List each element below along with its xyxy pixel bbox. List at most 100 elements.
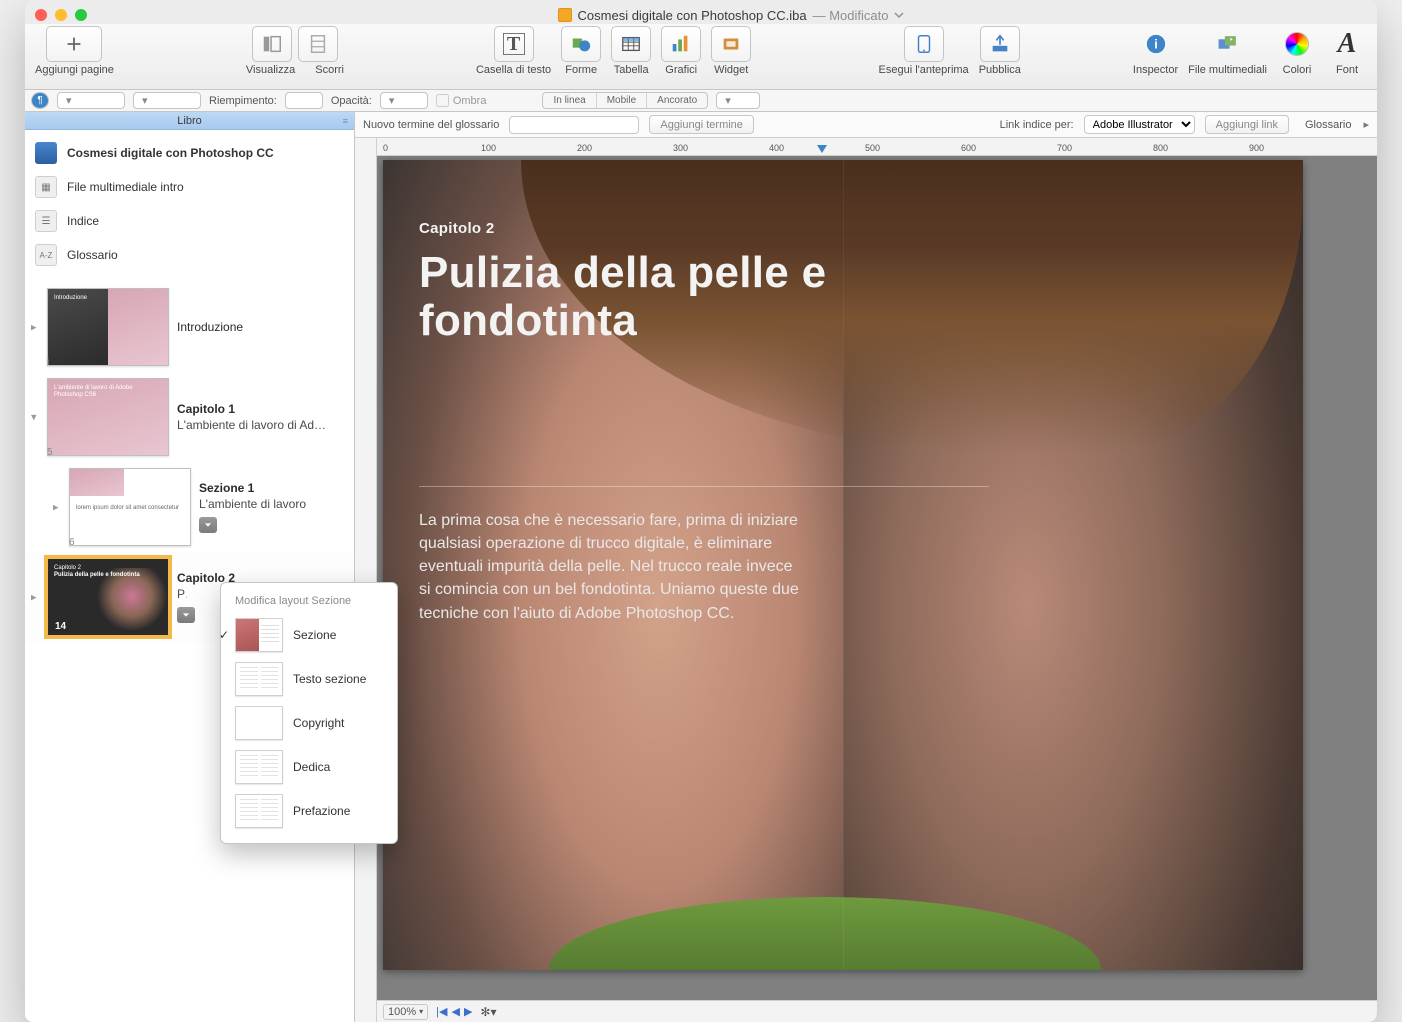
glossary-bar: Nuovo termine del glossario Aggiungi ter… <box>355 112 1377 138</box>
extra-select[interactable]: ▾ <box>716 92 760 109</box>
window-title-text: Cosmesi digitale con Photoshop CC.iba <box>578 8 807 23</box>
svg-text:i: i <box>1154 37 1158 52</box>
widget-label: Widget <box>714 64 748 76</box>
popup-title: Modifica layout Sezione <box>227 593 391 613</box>
add-term-button[interactable]: Aggiungi termine <box>649 115 754 134</box>
fill-color-well[interactable] <box>285 92 323 109</box>
editor-area: Nuovo termine del glossario Aggiungi ter… <box>355 112 1377 1022</box>
textbox-button[interactable]: T <box>494 26 534 62</box>
shadow-checkbox[interactable]: Ombra <box>436 94 487 107</box>
section-1[interactable]: ▸ lorem ipsum dolor sit amet consectetur… <box>25 462 354 552</box>
sidebar-toc[interactable]: ☰ Indice <box>25 204 354 238</box>
sidebar: Libro ≡ Cosmesi digitale con Photoshop C… <box>25 112 355 1022</box>
inspector-button[interactable]: i <box>1136 26 1176 62</box>
chapter-1-thumb: L'ambiente di lavoro di Adobe Photoshop … <box>47 378 169 456</box>
publish-button[interactable] <box>980 26 1020 62</box>
chapter-1[interactable]: ▾ L'ambiente di lavoro di Adobe Photosho… <box>25 372 354 462</box>
sidebar-glossary[interactable]: A-Z Glossario <box>25 238 354 272</box>
media-button[interactable] <box>1208 26 1248 62</box>
preview-button[interactable] <box>904 26 944 62</box>
chapter-layout-button[interactable] <box>177 607 195 623</box>
popup-item-testo-sezione[interactable]: Testo sezione <box>227 657 391 701</box>
add-pages-button[interactable] <box>46 26 102 62</box>
opacity-field[interactable]: ▾ <box>380 92 428 109</box>
inspector-label: Inspector <box>1133 64 1178 76</box>
sidebar-intro-media[interactable]: ▦ File multimediale intro <box>25 170 354 204</box>
sidebar-book-title[interactable]: Cosmesi digitale con Photoshop CC <box>25 136 354 170</box>
colors-label: Colori <box>1283 64 1312 76</box>
table-button[interactable] <box>611 26 651 62</box>
sidebar-book-items: Cosmesi digitale con Photoshop CC ▦ File… <box>25 130 354 278</box>
scroll-label: Scorri <box>315 64 344 76</box>
widget-button[interactable] <box>711 26 751 62</box>
add-pages-label: Aggiungi pagine <box>35 64 114 76</box>
page-body[interactable]: La prima cosa che è necessario fare, pri… <box>419 509 799 625</box>
toolbar-add-pages-group: Aggiungi pagine <box>35 26 114 76</box>
font-label: Font <box>1336 64 1358 76</box>
fill-label: Riempimento: <box>209 95 277 107</box>
popup-item-prefazione[interactable]: Prefazione <box>227 789 391 833</box>
gear-icon[interactable]: ✻▾ <box>480 1005 496 1019</box>
checkmark-icon: ✓ <box>219 628 229 642</box>
opacity-label: Opacità: <box>331 95 372 107</box>
disclosure-icon[interactable]: ▸ <box>53 501 59 514</box>
view-label: Visualizza <box>246 64 295 76</box>
layout-popup: Modifica layout Sezione ✓ Sezione Testo … <box>220 582 398 844</box>
next-page-button[interactable]: ▶ <box>462 1005 474 1018</box>
page-heading[interactable]: Pulizia della pelle e fondotinta <box>419 249 943 346</box>
chapter-intro[interactable]: ▸ Introduzione i Introduzione <box>25 282 354 372</box>
shapes-button[interactable] <box>561 26 601 62</box>
zoom-select[interactable]: 100%▾ <box>383 1004 428 1020</box>
vertical-ruler[interactable] <box>355 138 377 1022</box>
book-icon <box>35 142 57 164</box>
popup-item-copyright[interactable]: Copyright <box>227 701 391 745</box>
horizontal-ruler[interactable]: 0 100 200 300 400 500 600 700 800 900 <box>377 138 1377 156</box>
disclosure-icon[interactable]: ▾ <box>31 411 37 424</box>
page-text: Capitolo 2 Pulizia della pelle e fondoti… <box>419 220 943 625</box>
publish-label: Pubblica <box>979 64 1021 76</box>
doc-icon <box>558 8 572 22</box>
textbox-label: Casella di testo <box>476 64 551 76</box>
glossary-icon: A-Z <box>35 244 57 266</box>
close-window-button[interactable] <box>35 9 47 21</box>
page-divider <box>419 486 989 487</box>
page-kicker[interactable]: Capitolo 2 <box>419 220 943 237</box>
link-index-label: Link indice per: <box>1000 119 1074 131</box>
table-label: Tabella <box>614 64 649 76</box>
prev-page-button[interactable]: ◀ <box>449 1005 461 1018</box>
charts-button[interactable] <box>661 26 701 62</box>
font-button[interactable]: A <box>1327 26 1367 62</box>
scroll-button[interactable] <box>298 26 338 62</box>
wrap-segment[interactable]: In linea Mobile Ancorato <box>542 92 708 109</box>
section-layout-button[interactable] <box>199 517 217 533</box>
first-page-button[interactable]: |◀ <box>434 1005 449 1018</box>
colors-button[interactable] <box>1277 26 1317 62</box>
view-button[interactable] <box>252 26 292 62</box>
ruler-marker-icon[interactable] <box>817 138 827 155</box>
sidebar-header[interactable]: Libro ≡ <box>25 112 354 130</box>
page[interactable]: Capitolo 2 Pulizia della pelle e fondoti… <box>383 160 1303 970</box>
shapes-label: Forme <box>565 64 597 76</box>
glossary-chevron-icon[interactable]: ▸ <box>1363 118 1369 131</box>
zoom-window-button[interactable] <box>75 9 87 21</box>
popup-item-dedica[interactable]: Dedica <box>227 745 391 789</box>
title-chevron-icon[interactable] <box>894 10 904 20</box>
popup-item-sezione[interactable]: ✓ Sezione <box>227 613 391 657</box>
style-select2[interactable]: ▾ <box>133 92 201 109</box>
minimize-window-button[interactable] <box>55 9 67 21</box>
window-title: Cosmesi digitale con Photoshop CC.iba — … <box>95 8 1367 23</box>
glossary-link[interactable]: Glossario <box>1305 119 1351 131</box>
format-paragraph-chip[interactable]: ¶ <box>31 92 49 109</box>
canvas[interactable]: Capitolo 2 Pulizia della pelle e fondoti… <box>377 156 1377 1000</box>
preview-label: Esegui l'anteprima <box>879 64 969 76</box>
style-select[interactable]: ▾ <box>57 92 125 109</box>
link-index-select[interactable]: Adobe Illustrator <box>1084 115 1195 134</box>
new-term-input[interactable] <box>509 116 639 134</box>
disclosure-icon[interactable]: ▸ <box>31 321 37 334</box>
disclosure-icon[interactable]: ▸ <box>31 591 37 604</box>
window-modified-label: — Modificato <box>813 8 889 23</box>
sidebar-grip-icon[interactable]: ≡ <box>343 116 348 126</box>
page-nav: |◀ ◀ ▶ <box>434 1005 474 1018</box>
toolbar: Aggiungi pagine Visualizza Scorri T Case… <box>25 24 1377 90</box>
add-link-button[interactable]: Aggiungi link <box>1205 115 1289 134</box>
